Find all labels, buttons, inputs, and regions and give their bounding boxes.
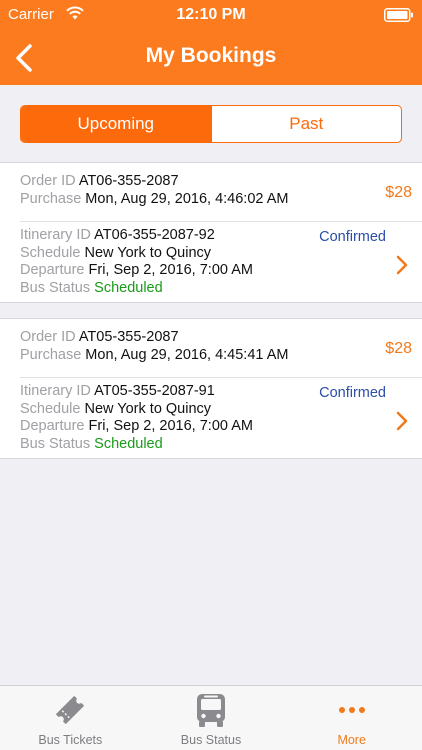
order-info: Order ID AT05-355-2087 Purchase Mon, Aug… [20, 329, 412, 375]
order-id-label: Order ID [20, 329, 76, 345]
status-bar: Carrier 12:10 PM [0, 0, 422, 30]
order-id-value: AT05-355-2087 [78, 329, 179, 345]
tab-label: Bus Status [180, 733, 242, 747]
order-info: Order ID AT06-355-2087 Purchase Mon, Aug… [20, 173, 412, 219]
divider [20, 377, 422, 378]
itinerary-id-label: Itinerary ID [20, 227, 91, 243]
header: Carrier 12:10 PM My Bookings [0, 0, 422, 85]
page-title: My Bookings [145, 44, 277, 67]
tab-label: More [337, 733, 366, 747]
tab-bus-tickets[interactable]: Bus Tickets [0, 686, 141, 750]
price-value: $28 [385, 184, 412, 201]
bus-status-value: Scheduled [94, 435, 163, 452]
segment-past[interactable]: Past [210, 106, 402, 142]
schedule-label: Schedule [20, 244, 81, 261]
purchase-value: Mon, Aug 29, 2016, 4:45:41 AM [85, 346, 289, 363]
schedule-value: New York to Quincy [84, 244, 212, 261]
tab-bus-status[interactable]: Bus Status [141, 686, 282, 750]
bus-status-label: Bus Status [20, 279, 91, 296]
itinerary-id-label: Itinerary ID [20, 383, 91, 399]
chevron-right-icon[interactable] [396, 411, 408, 431]
booking-status-badge: Confirmed [319, 385, 386, 401]
tab-label: Bus Tickets [38, 733, 103, 747]
purchase-value: Mon, Aug 29, 2016, 4:46:02 AM [85, 190, 289, 207]
purchase-label: Purchase [20, 190, 82, 207]
nav-bar: My Bookings [0, 30, 422, 85]
tab-bar: Bus Tickets Bus Status More [0, 685, 422, 750]
departure-label: Departure [20, 262, 85, 278]
price-value: $28 [385, 340, 412, 357]
purchase-label: Purchase [20, 346, 82, 363]
divider [20, 221, 422, 222]
departure-value: Fri, Sep 2, 2016, 7:00 AM [88, 418, 253, 434]
itinerary-id-value: AT05-355-2087-91 [94, 383, 215, 399]
segment-upcoming[interactable]: Upcoming [21, 106, 211, 142]
booking-card[interactable]: Order ID AT06-355-2087 Purchase Mon, Aug… [0, 162, 422, 303]
chevron-right-icon[interactable] [396, 255, 408, 275]
departure-value: Fri, Sep 2, 2016, 7:00 AM [88, 262, 253, 278]
more-dots-icon [338, 707, 365, 713]
bookings-segmented-control: Upcoming Past [20, 105, 402, 143]
departure-label: Departure [20, 418, 85, 434]
bus-status-label: Bus Status [20, 435, 91, 452]
bus-icon [197, 694, 225, 727]
booking-status-badge: Confirmed [319, 229, 386, 245]
tab-more[interactable]: More [281, 686, 422, 750]
itinerary-id-value: AT06-355-2087-92 [94, 227, 215, 243]
bus-status-value: Scheduled [94, 279, 163, 296]
order-id-label: Order ID [20, 173, 76, 189]
status-time: 12:10 PM [176, 6, 246, 23]
order-id-value: AT06-355-2087 [78, 173, 179, 189]
booking-card[interactable]: Order ID AT05-355-2087 Purchase Mon, Aug… [0, 318, 422, 459]
schedule-value: New York to Quincy [84, 400, 212, 417]
ticket-icon [56, 695, 85, 725]
battery-icon [384, 8, 413, 22]
schedule-label: Schedule [20, 400, 81, 417]
